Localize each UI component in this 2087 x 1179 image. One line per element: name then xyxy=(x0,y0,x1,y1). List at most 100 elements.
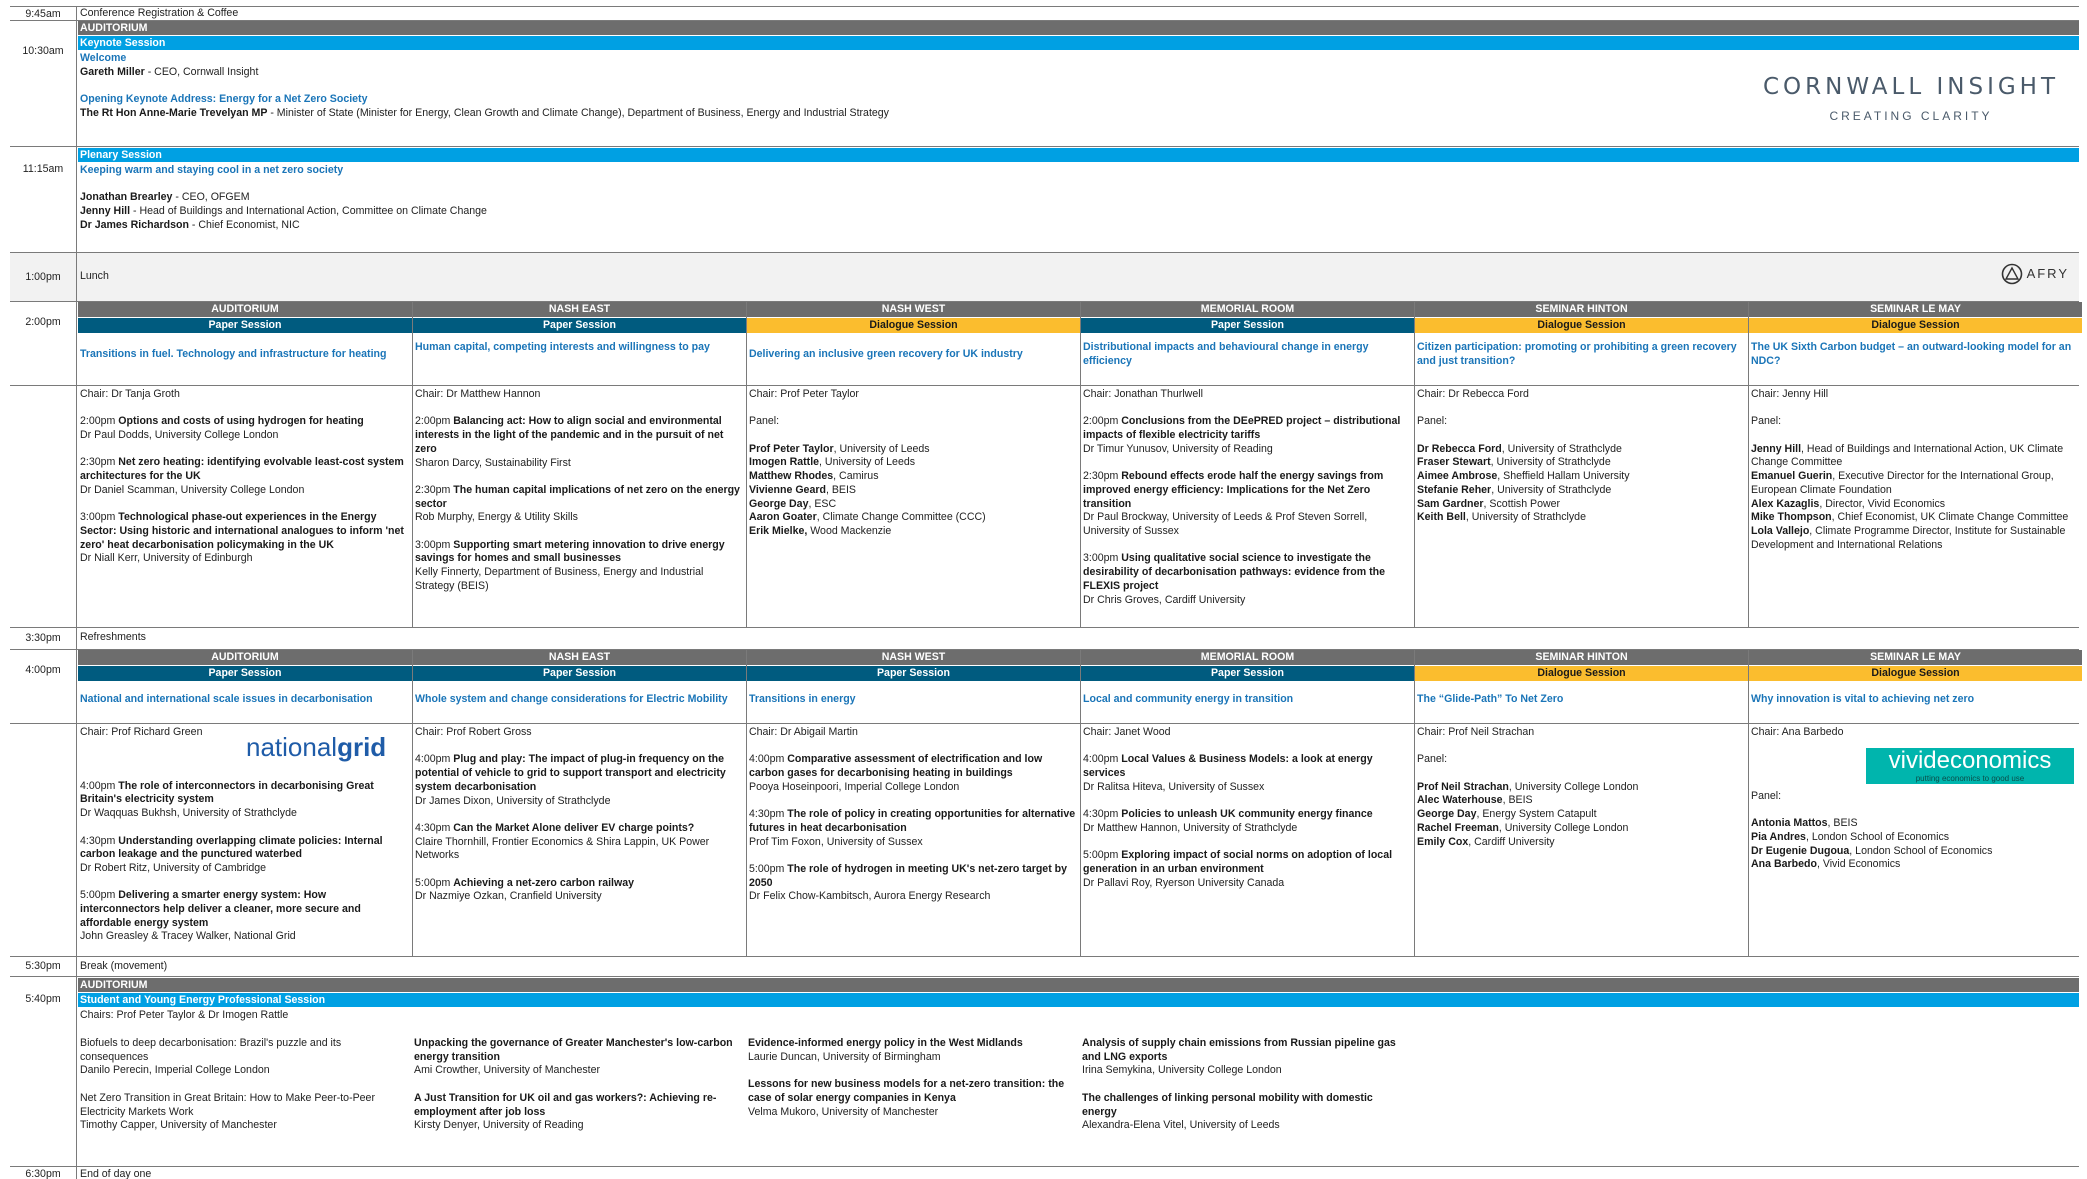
panel-label: Panel: xyxy=(1751,789,1782,802)
session-column: NASH EAST Paper Session Whole system and c… xyxy=(412,650,746,723)
student-paper: Analysis of supply chain emissions from … xyxy=(1082,1037,1410,1078)
student-speaker: Alexandra-Elena Vitel, University of Lee… xyxy=(1082,1119,1280,1132)
panel-list: Chair: Prof Peter Taylor Panel: Prof Peter… xyxy=(749,388,1077,539)
chair-line: Chair: Dr Tanja Groth xyxy=(80,388,180,400)
paper-speaker: Dr Nazmiye Ozkan, Cranfield University xyxy=(415,890,602,903)
paper-title: Achieving a net-zero carbon railway xyxy=(453,876,635,889)
session-column: MEMORIAL ROOM Paper Session Local and comm… xyxy=(1080,650,1414,723)
member-name: Dr Rebecca Ford xyxy=(1417,442,1502,455)
session-column: MEMORIAL ROOM Paper Session Distributional… xyxy=(1080,302,1414,385)
conference-programme: 9:45am Conference Registration & Coffee … xyxy=(0,0,2087,1179)
student-paper: Net Zero Transition in Great Britain: Ho… xyxy=(80,1092,408,1133)
member-affiliation: , Vivid Economics xyxy=(1816,858,1901,871)
paper-speaker: Dr Timur Yunusov, University of Reading xyxy=(1083,442,1273,455)
paper-time: 4:00pm xyxy=(749,753,788,766)
afry-mark-icon xyxy=(2001,263,2022,285)
logo-part-b: putting economics to good use xyxy=(1915,774,2025,783)
paper-title: The human capital implications of net ze… xyxy=(415,483,740,510)
member-name: Vivienne Geard xyxy=(749,483,826,496)
session-column: Chair: Janet Wood 4:00pm Local Values & B… xyxy=(1080,724,1414,956)
panel-member: George Day, ESC xyxy=(749,498,1077,512)
paper-time: 4:00pm xyxy=(1083,753,1122,766)
paper-item: 2:00pm Balancing act: How to align socia… xyxy=(415,415,743,470)
session-column: NASH WEST Dialogue Session Delivering an i… xyxy=(746,302,1080,385)
paper-time: 3:00pm xyxy=(1083,552,1122,565)
lunch-text: Lunch xyxy=(80,270,109,282)
session-type-header: Dialogue Session xyxy=(1415,318,1748,333)
panel-list: Chair: Prof Neil Strachan Panel: Prof Neil… xyxy=(1417,726,1745,849)
member-affiliation: , Sheffield Hallam University xyxy=(1497,470,1630,483)
room-header: AUDITORIUM xyxy=(78,302,412,317)
student-paper: A Just Transition for UK oil and gas wor… xyxy=(414,1092,742,1133)
paper-speaker: Dr Robert Ritz, University of Cambridge xyxy=(80,861,267,874)
paper-title: Net zero heating: identifying evolvable … xyxy=(80,456,404,483)
panel-member: Vivienne Geard, BEIS xyxy=(749,484,1077,498)
paper-title: The role of hydrogen in meeting UK's net… xyxy=(749,862,1068,889)
member-affiliation: , University of Strathclyde xyxy=(1490,456,1611,469)
paper-title: Plug and play: The impact of plug-in fre… xyxy=(415,753,726,793)
panel-member: Prof Peter Taylor, University of Leeds xyxy=(749,443,1077,457)
room-header: NASH EAST xyxy=(413,650,746,665)
member-name: Imogen Rattle xyxy=(749,456,820,469)
session-column: NASH WEST Paper Session Transitions in ene… xyxy=(746,650,1080,723)
paper-time: 5:00pm xyxy=(80,889,119,902)
student-paper-title: The challenges of linking personal mobil… xyxy=(1082,1091,1373,1118)
student-column: Analysis of supply chain emissions from … xyxy=(1082,1037,1410,1147)
paper-speaker: Dr Chris Groves, Cardiff University xyxy=(1083,593,1246,606)
row-refreshments: 3:30pm Refreshments xyxy=(10,627,2079,649)
chair-line: Chair: Ana Barbedo xyxy=(1751,726,1844,738)
time-label: 11:15am xyxy=(10,147,77,252)
session-column: SEMINAR LE MAY Dialogue Session Why innova… xyxy=(1748,650,2082,723)
session-column: AUDITORIUM Paper Session National and inte… xyxy=(78,650,412,723)
panel-member: Fraser Stewart, University of Strathclyd… xyxy=(1417,456,1745,470)
session-type-header: Paper Session xyxy=(747,666,1080,681)
member-affiliation: , London School of Economics xyxy=(1849,844,1993,857)
member-name: Prof Peter Taylor xyxy=(749,442,834,455)
member-name: Keith Bell xyxy=(1417,511,1466,524)
member-affiliation: , BEIS xyxy=(1827,817,1858,830)
panel-member: George Day, Energy System Catapult xyxy=(1417,808,1745,822)
logo-part-b: grid xyxy=(337,732,387,762)
chair-line: Chair: Dr Abigail Martin xyxy=(749,726,858,738)
session-column: Chair: Prof Peter Taylor Panel: Prof Peter… xyxy=(746,386,1080,627)
paper-time: 4:30pm xyxy=(80,834,119,847)
panel-member: Erik Mielke, Wood Mackenzie xyxy=(749,525,1077,539)
panel-member: Dr Eugenie Dugoua, London School of Econ… xyxy=(1751,845,2079,859)
logo-part-a: national xyxy=(246,732,338,762)
paper-speaker: Dr Felix Chow-Kambitsch, Aurora Energy R… xyxy=(749,890,991,903)
row-registration: 9:45am Conference Registration & Coffee xyxy=(10,6,2079,20)
paper-title: Options and costs of using hydrogen for … xyxy=(118,415,364,428)
paper-list: Chair: Jonathan Thurlwell 2:00pm Conclusi… xyxy=(1083,388,1411,621)
student-column: Evidence-informed energy policy in the W… xyxy=(748,1037,1076,1133)
paper-item: 2:30pm The human capital implications of… xyxy=(415,484,743,525)
chair-line: Chair: Prof Neil Strachan xyxy=(1417,726,1535,738)
panel-member: Matthew Rhodes, Camirus xyxy=(749,470,1077,484)
time-label: 5:30pm xyxy=(10,957,77,976)
member-name: Aaron Goater xyxy=(749,511,817,524)
member-name: Stefanie Reher xyxy=(1417,483,1492,496)
paper-speaker: Pooya Hoseinpoori, Imperial College Lond… xyxy=(749,780,960,793)
member-affiliation: , University of Leeds xyxy=(833,442,930,455)
room-header: AUDITORIUM xyxy=(78,978,2079,992)
paper-item: 4:30pm Understanding overlapping climate… xyxy=(80,835,409,876)
welcome-title: Welcome xyxy=(80,52,127,64)
chair-line: Chair: Janet Wood xyxy=(1083,726,1171,738)
paper-title: Policies to unleash UK community energy … xyxy=(1121,808,1373,821)
room-header: MEMORIAL ROOM xyxy=(1081,302,1414,317)
paper-time: 4:00pm xyxy=(415,753,454,766)
paper-item: 4:30pm Policies to unleash UK community … xyxy=(1083,808,1411,835)
member-name: Emanuel Guerin xyxy=(1751,470,1833,483)
panel-member: Rachel Freeman, University College Londo… xyxy=(1417,822,1745,836)
session-title: Delivering an inclusive green recovery f… xyxy=(749,348,1023,360)
paper-speaker: Rob Murphy, Energy & Utility Skills xyxy=(415,511,578,524)
paper-time: 4:30pm xyxy=(749,808,788,821)
paper-item: 2:30pm Net zero heating: identifying evo… xyxy=(80,456,409,497)
paper-time: 5:00pm xyxy=(749,862,788,875)
session-type-header: Dialogue Session xyxy=(1749,318,2082,333)
time-label: 5:40pm xyxy=(10,977,77,1166)
paper-speaker: Kelly Finnerty, Department of Business, … xyxy=(415,566,704,592)
paper-item: 3:00pm Using qualitative social science … xyxy=(1083,552,1411,607)
paper-speaker: Dr Waqquas Bukhsh, University of Strathc… xyxy=(80,807,297,820)
session-title: Human capital, competing interests and w… xyxy=(415,341,710,353)
member-name: Alec Waterhouse xyxy=(1417,794,1503,807)
